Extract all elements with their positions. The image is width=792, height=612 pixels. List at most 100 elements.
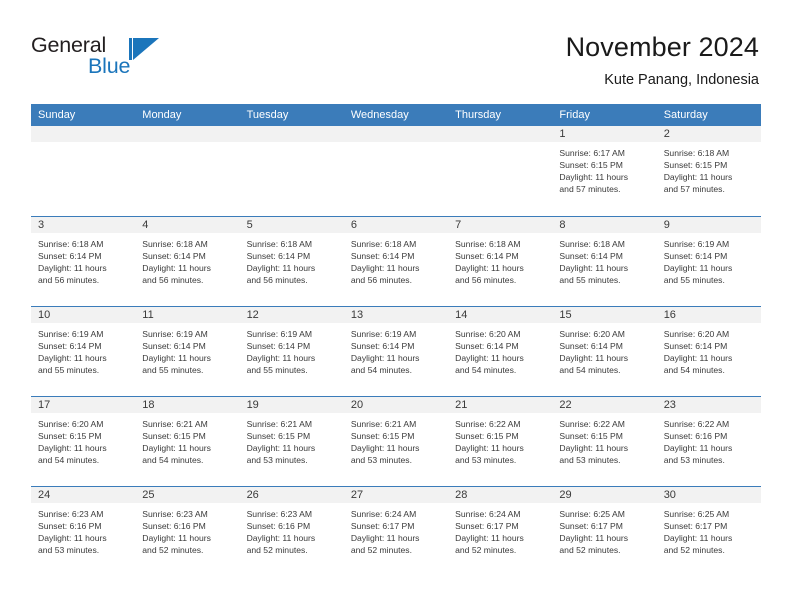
daylight-text-line1: Daylight: 11 hours [663,263,733,274]
daylight-text-line2: and 56 minutes. [455,275,517,286]
page-title: November 2024 [565,32,759,62]
daylight-text-line2: and 52 minutes. [246,545,308,556]
weekday-header-row: Sunday Monday Tuesday Wednesday Thursday… [31,104,761,126]
day-number: 2 [663,128,670,140]
sunrise-text: Sunrise: 6:19 AM [38,329,104,339]
calendar-day-cell[interactable] [31,126,136,216]
daylight-text-line2: and 53 minutes. [350,455,412,466]
daylight-text-line1: Daylight: 11 hours [38,443,107,454]
calendar-day-cell[interactable] [448,126,553,216]
sunset-text: Sunset: 6:17 PM [455,521,519,532]
calendar-day-cell[interactable]: 17 Sunrise: 6:20 AM Sunset: 6:15 PM Dayligh… [31,397,136,486]
day-number: 17 [38,399,51,411]
day-number: 5 [246,219,253,231]
sunrise-text: Sunrise: 6:18 AM [142,239,208,249]
page-subtitle: Kute Panang, Indonesia [604,72,759,88]
calendar-day-cell[interactable]: 5 Sunrise: 6:18 AM Sunset: 6:14 PM Daylight… [239,217,344,306]
calendar-day-cell[interactable]: 7 Sunrise: 6:18 AM Sunset: 6:14 PM Daylight… [448,217,553,306]
calendar-day-cell[interactable] [239,126,344,216]
day-number: 18 [142,399,155,411]
calendar-day-cell[interactable]: 4 Sunrise: 6:18 AM Sunset: 6:14 PM Daylight… [135,217,240,306]
weekday-friday: Friday [559,109,590,121]
calendar-day-cell[interactable]: 28 Sunrise: 6:24 AM Sunset: 6:17 PM Dayligh… [448,487,553,576]
calendar-day-cell[interactable]: 26 Sunrise: 6:23 AM Sunset: 6:16 PM Dayligh… [239,487,344,576]
calendar-day-cell[interactable]: 2 Sunrise: 6:18 AM Sunset: 6:15 PM Daylight… [656,126,761,216]
calendar-day-cell[interactable]: 22 Sunrise: 6:22 AM Sunset: 6:15 PM Dayligh… [552,397,657,486]
title-block: November 2024 Kute Panang, Indonesia [566,31,759,89]
daylight-text-line2: and 54 minutes. [142,455,204,466]
daylight-text-line1: Daylight: 11 hours [142,443,211,454]
sunrise-text: Sunrise: 6:19 AM [350,329,417,339]
daylight-text-line1: Daylight: 11 hours [38,353,107,364]
calendar-day-cell[interactable]: 16 Sunrise: 6:20 AM Sunset: 6:14 PM Dayligh… [656,307,761,396]
daylight-text-line1: Daylight: 11 hours [559,172,629,183]
calendar-day-cell[interactable]: 29 Sunrise: 6:25 AM Sunset: 6:17 PM Dayligh… [552,487,657,576]
calendar-day-cell[interactable]: 10 Sunrise: 6:19 AM Sunset: 6:14 PM Dayligh… [31,307,136,396]
brand-logo[interactable]: General Blue [31,33,211,85]
daylight-text-line2: and 53 minutes. [559,455,621,466]
calendar-day-cell[interactable]: 12 Sunrise: 6:19 AM Sunset: 6:14 PM Dayligh… [239,307,344,396]
sunset-text: Sunset: 6:16 PM [663,431,728,442]
calendar-day-cell[interactable]: 19 Sunrise: 6:21 AM Sunset: 6:15 PM Dayligh… [239,397,344,486]
calendar-day-cell[interactable]: 18 Sunrise: 6:21 AM Sunset: 6:15 PM Dayligh… [135,397,240,486]
sunset-text: Sunset: 6:17 PM [559,521,623,532]
day-number: 30 [663,489,676,501]
calendar-day-cell[interactable]: 23 Sunrise: 6:22 AM Sunset: 6:16 PM Dayligh… [656,397,761,486]
day-number: 29 [559,489,572,501]
sunset-text: Sunset: 6:15 PM [142,431,206,442]
calendar-day-cell[interactable]: 9 Sunrise: 6:19 AM Sunset: 6:14 PM Daylight… [656,217,761,306]
sunrise-text: Sunrise: 6:22 AM [663,419,730,429]
sunset-text: Sunset: 6:17 PM [350,521,415,532]
page-header: General Blue November 2024 Kute Panang, … [0,0,792,100]
calendar-day-cell[interactable]: 1 Sunrise: 6:17 AM Sunset: 6:15 PM Daylight… [552,126,657,216]
calendar-day-cell[interactable]: 14 Sunrise: 6:20 AM Sunset: 6:14 PM Dayligh… [448,307,553,396]
sunrise-text: Sunrise: 6:19 AM [142,329,208,339]
daylight-text-line1: Daylight: 11 hours [559,353,629,364]
day-number: 3 [38,219,45,231]
sunset-text: Sunset: 6:14 PM [38,341,102,352]
daylight-text-line2: and 53 minutes. [663,455,725,466]
daylight-text-line2: and 54 minutes. [455,365,517,376]
calendar-day-cell[interactable]: 11 Sunrise: 6:19 AM Sunset: 6:14 PM Dayligh… [135,307,240,396]
daylight-text-line1: Daylight: 11 hours [142,533,211,544]
sunrise-text: Sunrise: 6:20 AM [38,419,104,429]
weekday-saturday: Saturday [663,109,708,121]
daylight-text-line1: Daylight: 11 hours [246,533,316,544]
day-number: 8 [559,219,566,231]
daylight-text-line1: Daylight: 11 hours [559,443,629,454]
calendar-day-cell[interactable]: 25 Sunrise: 6:23 AM Sunset: 6:16 PM Dayligh… [135,487,240,576]
calendar-day-cell[interactable]: 15 Sunrise: 6:20 AM Sunset: 6:14 PM Dayligh… [552,307,657,396]
day-number: 4 [142,219,149,231]
day-number: 28 [455,489,468,501]
calendar-day-cell[interactable]: 3 Sunrise: 6:18 AM Sunset: 6:14 PM Daylight… [31,217,136,306]
sunset-text: Sunset: 6:15 PM [559,160,623,171]
daylight-text-line2: and 57 minutes. [663,184,725,195]
sunset-text: Sunset: 6:16 PM [142,521,206,532]
sunrise-text: Sunrise: 6:23 AM [38,509,104,519]
daylight-text-line2: and 52 minutes. [142,545,204,556]
calendar-day-cell[interactable]: 20 Sunrise: 6:21 AM Sunset: 6:15 PM Dayligh… [343,397,449,486]
calendar-day-cell[interactable]: 6 Sunrise: 6:18 AM Sunset: 6:14 PM Daylight… [343,217,449,306]
brand-name-blue: Blue [88,54,131,78]
sunrise-text: Sunrise: 6:19 AM [663,239,730,249]
daylight-text-line2: and 54 minutes. [559,365,621,376]
sunset-text: Sunset: 6:14 PM [455,251,519,262]
daylight-text-line1: Daylight: 11 hours [663,533,733,544]
calendar-day-cell[interactable]: 8 Sunrise: 6:18 AM Sunset: 6:14 PM Daylight… [552,217,657,306]
daylight-text-line1: Daylight: 11 hours [38,263,107,274]
calendar-day-cell[interactable]: 27 Sunrise: 6:24 AM Sunset: 6:17 PM Dayligh… [343,487,449,576]
calendar-day-cell[interactable] [343,126,449,216]
daylight-text-line1: Daylight: 11 hours [455,263,524,274]
daylight-text-line1: Daylight: 11 hours [142,353,211,364]
calendar-day-cell[interactable] [135,126,240,216]
daylight-text-line2: and 57 minutes. [559,184,621,195]
calendar-day-cell[interactable]: 21 Sunrise: 6:22 AM Sunset: 6:15 PM Dayligh… [448,397,553,486]
day-number: 16 [663,309,676,321]
sunrise-text: Sunrise: 6:18 AM [246,239,313,249]
calendar-day-cell[interactable]: 24 Sunrise: 6:23 AM Sunset: 6:16 PM Dayligh… [31,487,136,576]
calendar-day-cell[interactable]: 13 Sunrise: 6:19 AM Sunset: 6:14 PM Dayligh… [343,307,449,396]
daylight-text-line2: and 54 minutes. [38,455,100,466]
daylight-text-line2: and 55 minutes. [246,365,308,376]
calendar-day-cell[interactable]: 30 Sunrise: 6:25 AM Sunset: 6:17 PM Dayligh… [656,487,761,576]
day-number: 1 [559,128,566,140]
